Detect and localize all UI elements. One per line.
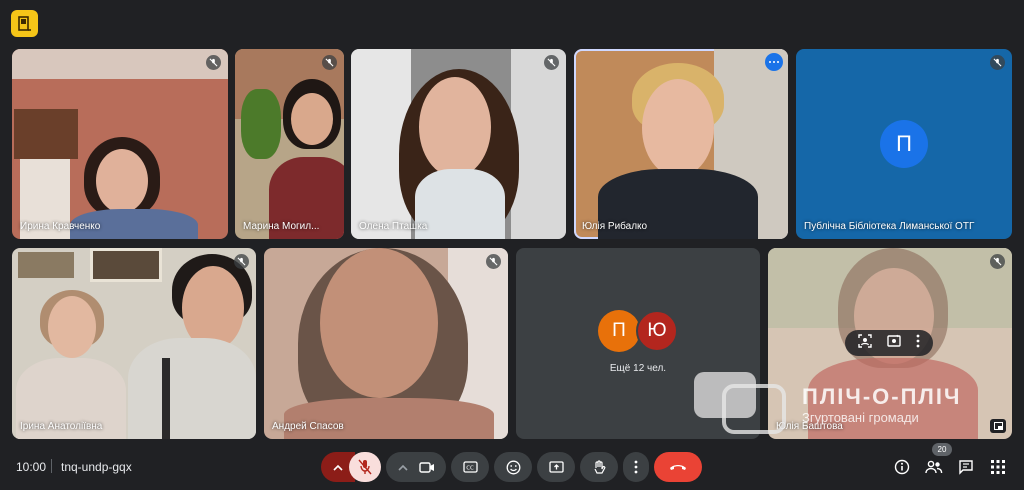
more-options-button[interactable] xyxy=(765,53,783,71)
participant-tile[interactable]: Олена Пташка xyxy=(351,49,566,239)
emoji-icon xyxy=(506,460,520,474)
camera-options-button[interactable] xyxy=(386,452,446,482)
meeting-clock: 10:00 xyxy=(16,460,47,474)
captions-button[interactable]: CC xyxy=(451,452,489,482)
muted-mic-icon xyxy=(206,55,221,70)
participant-name: Юлія Рибалко xyxy=(582,221,648,232)
participant-tile[interactable]: Ирина Кравченко xyxy=(12,49,228,239)
svg-text:CC: CC xyxy=(466,466,474,472)
people-count-badge: 20 xyxy=(932,443,952,456)
others-tile[interactable]: П Ю Ещё 12 чел. xyxy=(516,248,760,439)
more-vert-icon[interactable] xyxy=(916,334,920,353)
more-vert-icon xyxy=(634,460,638,474)
tile-hover-controls xyxy=(845,330,933,356)
participant-name: Олена Пташка xyxy=(359,221,428,232)
participant-name: Андрей Спасов xyxy=(272,421,344,432)
muted-mic-icon xyxy=(990,55,1005,70)
app-logo xyxy=(11,10,38,37)
more-options-button[interactable] xyxy=(623,452,649,482)
pip-icon[interactable] xyxy=(990,419,1006,433)
muted-mic-icon xyxy=(234,254,249,269)
activities-button[interactable] xyxy=(987,456,1009,478)
participant-tile-active[interactable]: Юлія Рибалко xyxy=(574,49,788,239)
chat-icon xyxy=(959,460,973,475)
apps-grid-icon xyxy=(991,460,1005,474)
meeting-details-button[interactable] xyxy=(891,456,913,478)
effects-icon[interactable] xyxy=(887,334,901,353)
others-avatar: П xyxy=(598,310,640,352)
closed-captions-icon: CC xyxy=(462,461,478,473)
muted-mic-icon xyxy=(486,254,501,269)
people-button[interactable] xyxy=(923,456,945,478)
info-icon xyxy=(894,459,910,475)
frame-icon[interactable] xyxy=(858,333,873,353)
raise-hand-button[interactable] xyxy=(580,452,618,482)
divider xyxy=(51,459,52,473)
participant-name: Юлія Баштова xyxy=(776,421,843,432)
call-end-icon xyxy=(670,465,686,470)
participant-avatar: П xyxy=(880,120,928,168)
meeting-code: tnq-undp-gqx xyxy=(61,460,132,474)
present-screen-button[interactable] xyxy=(537,452,575,482)
mic-off-icon xyxy=(358,459,372,475)
participant-name: Ірина Анатоліївна xyxy=(20,421,103,432)
muted-mic-icon xyxy=(990,254,1005,269)
others-count-label: Ещё 12 чел. xyxy=(609,363,667,374)
participant-name: Публічна Бібліотека Лиманської ОТГ xyxy=(804,221,975,232)
muted-mic-icon xyxy=(322,55,337,70)
participant-name: Марина Могил... xyxy=(243,221,320,232)
people-icon xyxy=(925,460,943,474)
muted-mic-icon xyxy=(544,55,559,70)
chevron-up-icon xyxy=(333,464,343,471)
mic-toggle-button[interactable] xyxy=(349,452,381,482)
others-avatar: Ю xyxy=(636,310,678,352)
door-icon xyxy=(18,16,31,31)
videocam-icon xyxy=(418,461,434,473)
present-icon xyxy=(548,460,564,473)
emoji-reactions-button[interactable] xyxy=(494,452,532,482)
participant-tile[interactable]: Ірина Анатоліївна xyxy=(12,248,256,439)
bottom-toolbar: 10:00 tnq-undp-gqx CC xyxy=(0,440,1024,490)
participant-name: Ирина Кравченко xyxy=(20,221,101,232)
participant-tile[interactable]: Андрей Спасов xyxy=(264,248,508,439)
chat-button[interactable] xyxy=(955,456,977,478)
chevron-up-icon xyxy=(397,464,408,471)
hand-icon xyxy=(594,459,606,474)
leave-call-button[interactable] xyxy=(654,452,702,482)
participant-tile[interactable]: Марина Могил... xyxy=(235,49,344,239)
